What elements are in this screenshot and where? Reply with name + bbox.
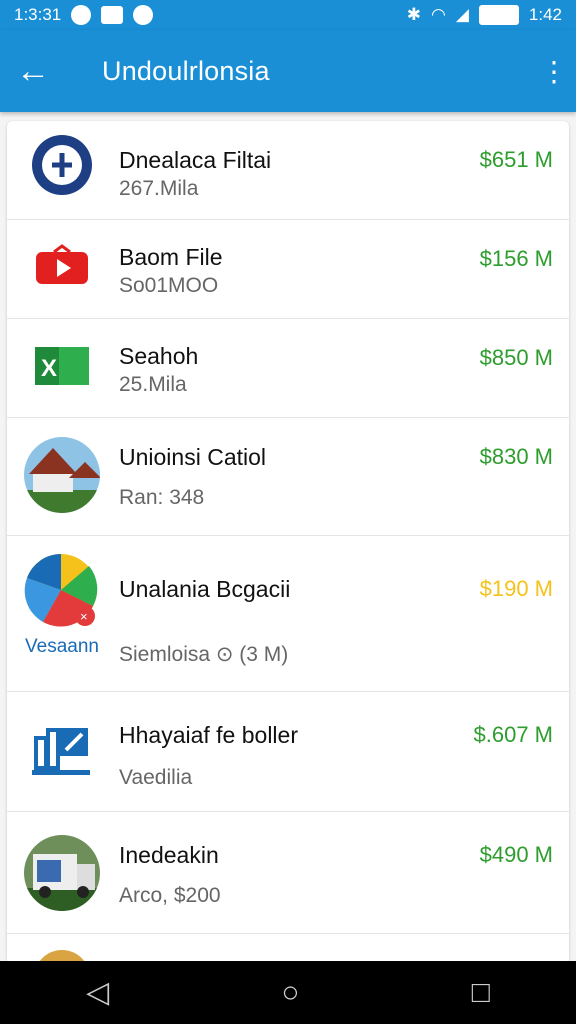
item-name: Baom File <box>119 244 223 270</box>
battery-icon <box>478 5 519 25</box>
app-notification-icon <box>133 5 154 25</box>
item-name: Inedeakin <box>119 842 219 868</box>
item-price: $190 M <box>479 576 553 601</box>
bluetooth-icon: ✱ <box>406 5 421 24</box>
item-price: $830 M <box>479 444 553 469</box>
item-price: $850 M <box>479 345 553 370</box>
status-bar: 1:3:31 ✱ ◠ ◢ 1:42 <box>0 0 576 30</box>
list-item[interactable]: Dnealaca Filtai 267.Mila $651 M <box>7 121 569 220</box>
house-photo-icon <box>24 434 100 516</box>
list-item[interactable]: Inedeakin Arco, $200 $490 M <box>7 812 569 934</box>
list-item[interactable] <box>7 934 569 961</box>
item-price: $490 M <box>479 842 553 867</box>
chart-logo-icon <box>25 722 99 778</box>
svg-text:×: × <box>80 609 88 624</box>
signal-icon: ◢ <box>455 5 469 24</box>
item-price: $156 M <box>479 246 553 271</box>
nav-recent-icon[interactable]: □ <box>472 976 490 1010</box>
app-bar: ← Undoulrlonsia ⋮ <box>0 30 576 112</box>
nav-home-icon[interactable]: ○ <box>281 976 299 1010</box>
item-sub: Siemloisa ⊙ (3 M) <box>119 643 289 666</box>
list-card: Dnealaca Filtai 267.Mila $651 M Baom Fil… <box>7 121 569 961</box>
item-sub: Arco, $200 <box>119 884 221 907</box>
status-right-text: 1:42 <box>528 5 562 24</box>
navigation-bar: ◁ ○ □ <box>0 961 576 1024</box>
item-name: Unalania Bcgacii <box>119 576 291 602</box>
partial-avatar-icon <box>25 946 99 961</box>
wifi-icon: ◠ <box>430 5 446 24</box>
item-sub: Ran: 348 <box>119 486 205 509</box>
globe-icon <box>25 133 99 197</box>
list-item[interactable]: Hhayaiaf fe boller Vaedilia $.607 M <box>7 692 569 812</box>
item-sub: 267.Mila <box>119 177 199 200</box>
page-title: Undoulrlonsia <box>102 55 270 86</box>
item-name: Hhayaiaf fe boller <box>119 722 298 748</box>
play-icon <box>25 244 99 288</box>
item-name: Unioinsi Catiol <box>119 444 267 470</box>
item-name: Dnealaca Filtai <box>119 147 272 173</box>
list-item[interactable]: X Seahoh 25.Mila $850 M <box>7 319 569 418</box>
nav-back-icon[interactable]: ◁ <box>86 975 109 1010</box>
spreadsheet-icon: X <box>25 341 99 389</box>
status-time: 1:3:31 <box>14 5 62 24</box>
mail-icon <box>101 6 124 24</box>
list-item[interactable]: Unioinsi Catiol Ran: 348 $830 M <box>7 418 569 536</box>
item-price: $651 M <box>479 147 553 172</box>
item-sub: Vaedilia <box>119 766 193 789</box>
item-name: Seahoh <box>119 343 199 369</box>
truck-photo-icon <box>24 832 100 914</box>
list-item[interactable]: × Vesaann Unalania Bcgacii Siemloisa ⊙ (… <box>7 536 569 692</box>
item-badge: Vesaann <box>25 636 99 657</box>
list-item[interactable]: Baom File So01MOO $156 M <box>7 220 569 319</box>
overflow-menu-icon[interactable]: ⋮ <box>540 55 568 88</box>
item-sub: 25.Mila <box>119 373 187 396</box>
svg-text:X: X <box>41 355 57 382</box>
back-arrow-icon[interactable]: ← <box>16 52 72 91</box>
colorwheel-icon: × Vesaann <box>24 552 99 658</box>
item-price: $.607 M <box>473 722 554 747</box>
item-sub: So01MOO <box>119 274 219 297</box>
notification-icon <box>71 5 92 25</box>
